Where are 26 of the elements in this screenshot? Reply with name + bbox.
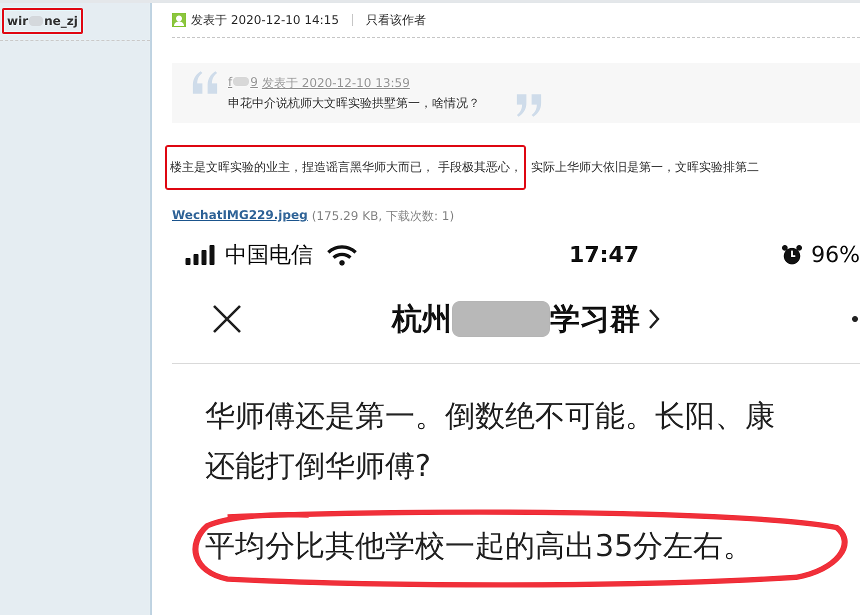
carrier-name: 中国电信 (225, 242, 313, 270)
only-author-link[interactable]: 只看该作者 (366, 12, 426, 28)
chevron-right-icon[interactable] (648, 308, 660, 330)
alarm-clock-icon (781, 244, 804, 266)
more-dot-icon[interactable] (852, 316, 858, 322)
close-quote-icon (516, 94, 542, 117)
quote-text: 申花中介说杭师大文晖实验拱墅第一，啥情况？ (228, 95, 480, 112)
post-time: 发表于 2020-12-10 14:15 (191, 12, 339, 28)
open-quote-icon (192, 71, 218, 94)
chat-title: 杭州 (392, 300, 452, 338)
battery-percent: 96% (811, 242, 860, 268)
message-text: 还能打倒华师傅? (205, 449, 431, 484)
attachment-link[interactable]: WechatIMG229.jpeg (172, 208, 308, 225)
post-text: 实际上华师大依旧是第一，文晖实验排第二 (530, 159, 760, 176)
username[interactable]: wir ne_zj (2, 8, 83, 34)
quote-time: 发表于 2020-12-10 13:59 (262, 75, 410, 92)
clock-time: 17:47 (569, 242, 640, 268)
message-text: 华师傅还是第一。倒数绝不可能。长阳、康 (205, 399, 775, 434)
user-icon (172, 13, 186, 27)
wifi-icon (327, 244, 357, 266)
chat-title: 学习群 (550, 300, 640, 338)
post-text: 楼主是文晖实验的业主，捏造谣言黑华师大而已， 手段极其恶心， (165, 145, 526, 190)
close-icon[interactable] (212, 304, 242, 334)
signal-icon (184, 245, 217, 265)
message-text: 平均分比其他学校一起的高出35分左右。 (205, 529, 754, 564)
attachment-info: (175.29 KB, 下载次数: 1) (312, 208, 454, 225)
